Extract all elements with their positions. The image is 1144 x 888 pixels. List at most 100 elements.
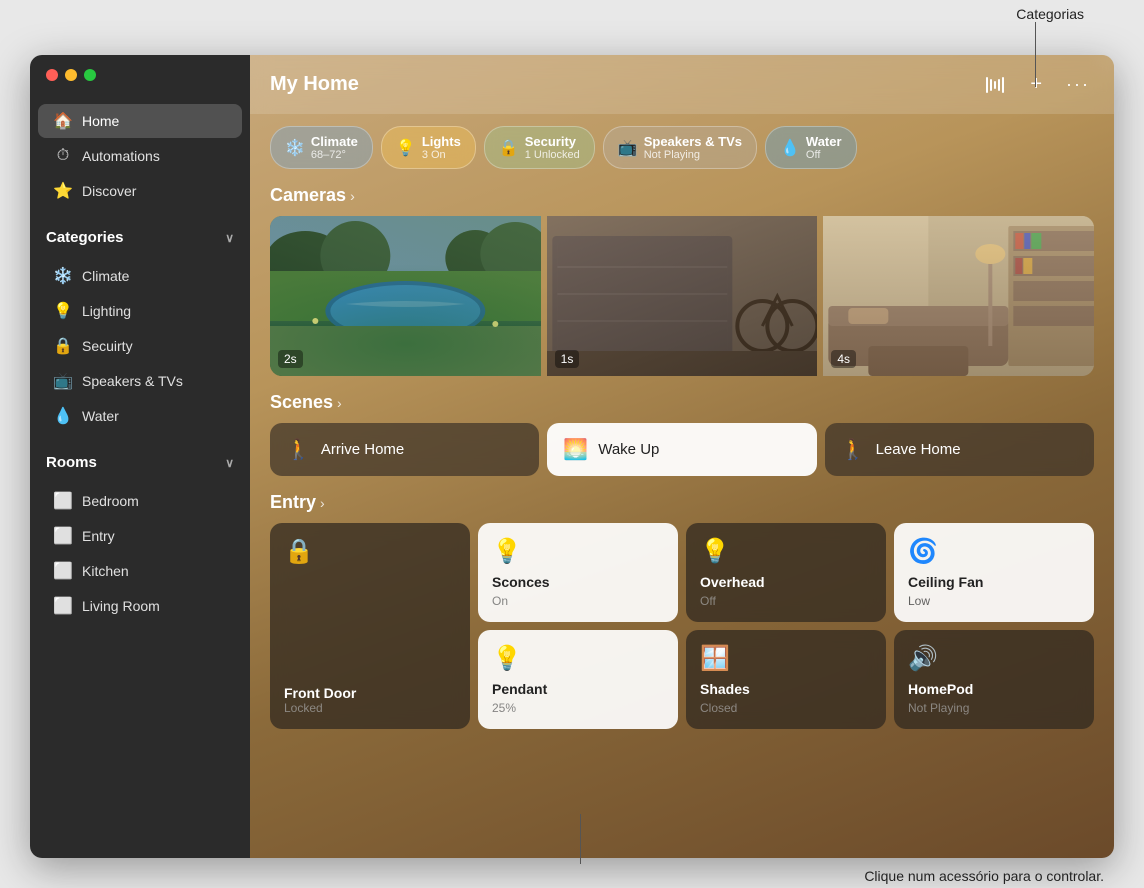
front-door-icon-wrap: 🔒 xyxy=(284,537,456,566)
scene-leave-home[interactable]: 🚶 Leave Home xyxy=(825,423,1094,476)
camera-feed-1[interactable]: 2s xyxy=(270,216,541,376)
scenes-chevron[interactable]: › xyxy=(337,395,342,411)
category-pills: ❄️ Climate 68–72° 💡 Lights 3 On 🔒 xyxy=(270,126,1094,169)
entry-title: Entry xyxy=(270,492,316,513)
entry-icon: ⬜ xyxy=(54,527,72,545)
pill-lights-text: Lights 3 On xyxy=(422,134,461,161)
entry-grid: 🔒 Front Door Locked 💡 Sconces On 💡 O xyxy=(270,523,1094,729)
entry-card-ceiling-fan[interactable]: 🌀 Ceiling Fan Low xyxy=(894,523,1094,622)
categories-list: ❄️ Climate 💡 Lighting 🔒 Secuirty 📺 Speak… xyxy=(30,250,250,442)
pill-speakers-icon: 📺 xyxy=(618,138,638,158)
entry-card-homepod[interactable]: 🔊 HomePod Not Playing xyxy=(894,630,1094,729)
pill-speakers-text: Speakers & TVs Not Playing xyxy=(644,134,742,161)
sidebar-item-climate[interactable]: ❄️ Climate xyxy=(38,259,242,293)
sidebar-item-kitchen[interactable]: ⬜ Kitchen xyxy=(38,554,242,588)
sidebar-item-water[interactable]: 💧 Water xyxy=(38,399,242,433)
pill-climate[interactable]: ❄️ Climate 68–72° xyxy=(270,126,373,169)
entry-card-front-door[interactable]: 🔒 Front Door Locked xyxy=(270,523,470,729)
pill-security-value: 1 Unlocked xyxy=(525,149,580,161)
lighting-icon: 💡 xyxy=(54,302,72,320)
cameras-grid: 2s xyxy=(270,216,1094,376)
pill-water[interactable]: 💧 Water Off xyxy=(765,126,857,169)
annotation-top-label: Categorias xyxy=(1016,6,1084,22)
close-button[interactable] xyxy=(46,69,58,81)
rooms-section-header[interactable]: Rooms ∨ xyxy=(30,442,250,475)
pill-lights-label: Lights xyxy=(422,134,461,149)
leave-home-icon: 🚶 xyxy=(841,437,866,462)
shades-label: Shades xyxy=(700,681,872,697)
annotation-line-bottom xyxy=(580,814,581,864)
scene-wake-up[interactable]: 🌅 Wake Up xyxy=(547,423,816,476)
overhead-icon: 💡 xyxy=(700,537,872,566)
pill-climate-icon: ❄️ xyxy=(285,138,305,158)
annotation-top: Categorias xyxy=(1016,6,1084,22)
categories-chevron: ∨ xyxy=(225,231,234,245)
pill-speakers[interactable]: 📺 Speakers & TVs Not Playing xyxy=(603,126,757,169)
scenes-title: Scenes xyxy=(270,392,333,413)
pill-water-value: Off xyxy=(806,149,842,161)
sidebar-nav: 🏠 Home ⏱ Automations ⭐ Discover xyxy=(30,95,250,217)
sidebar-discover-label: Discover xyxy=(82,183,136,199)
camera-2-timer: 1s xyxy=(555,350,580,368)
entry-card-overhead[interactable]: 💡 Overhead Off xyxy=(686,523,886,622)
sconces-value: On xyxy=(492,594,664,608)
ceiling-fan-label: Ceiling Fan xyxy=(908,574,1080,590)
annotation-bottom: Clique num acessório para o controlar. xyxy=(864,868,1104,884)
add-button[interactable]: + xyxy=(1026,69,1046,100)
camera-pool-overlay xyxy=(270,216,541,376)
camera-feed-2[interactable]: 1s xyxy=(547,216,818,376)
scenes-row: 🚶 Arrive Home 🌅 Wake Up 🚶 Leave Home xyxy=(270,423,1094,476)
pill-water-icon: 💧 xyxy=(780,138,800,158)
header: My Home + ··· xyxy=(250,55,1114,114)
page-title: My Home xyxy=(270,73,359,96)
camera-feed-3[interactable]: 4s xyxy=(823,216,1094,376)
sidebar-item-automations[interactable]: ⏱ Automations xyxy=(38,139,242,173)
annotation-bottom-label: Clique num acessório para o controlar. xyxy=(864,868,1104,884)
speakers-icon: 📺 xyxy=(54,372,72,390)
sidebar-item-living-room[interactable]: ⬜ Living Room xyxy=(38,589,242,623)
entry-card-shades[interactable]: 🪟 Shades Closed xyxy=(686,630,886,729)
sidebar-lighting-label: Lighting xyxy=(82,303,131,319)
water-icon: 💧 xyxy=(54,407,72,425)
sidebar-item-lighting[interactable]: 💡 Lighting xyxy=(38,294,242,328)
categories-label: Categories xyxy=(46,229,124,246)
front-door-text: Front Door Locked xyxy=(284,685,456,715)
more-button[interactable]: ··· xyxy=(1062,70,1094,99)
homepod-icon: 🔊 xyxy=(908,644,1080,673)
sidebar-item-home[interactable]: 🏠 Home xyxy=(38,104,242,138)
categories-section-header[interactable]: Categories ∨ xyxy=(30,217,250,250)
entry-card-pendant[interactable]: 💡 Pendant 25% xyxy=(478,630,678,729)
cameras-chevron[interactable]: › xyxy=(350,188,355,204)
sidebar-water-label: Water xyxy=(82,408,119,424)
minimize-button[interactable] xyxy=(65,69,77,81)
kitchen-icon: ⬜ xyxy=(54,562,72,580)
annotation-line-top xyxy=(1035,22,1036,87)
pill-climate-value: 68–72° xyxy=(311,149,358,161)
maximize-button[interactable] xyxy=(84,69,96,81)
scene-arrive-home[interactable]: 🚶 Arrive Home xyxy=(270,423,539,476)
front-door-label: Front Door xyxy=(284,685,456,701)
sidebar-item-discover[interactable]: ⭐ Discover xyxy=(38,174,242,208)
window-controls xyxy=(30,55,250,95)
rooms-list: ⬜ Bedroom ⬜ Entry ⬜ Kitchen ⬜ Living Roo… xyxy=(30,475,250,632)
pill-climate-label: Climate xyxy=(311,134,358,149)
cameras-section-header: Cameras › xyxy=(270,185,1094,206)
sidebar-living-room-label: Living Room xyxy=(82,598,160,614)
sidebar-item-bedroom[interactable]: ⬜ Bedroom xyxy=(38,484,242,518)
home-icon: 🏠 xyxy=(54,112,72,130)
scrollable-content: ❄️ Climate 68–72° 💡 Lights 3 On 🔒 xyxy=(250,114,1114,858)
sidebar-item-entry[interactable]: ⬜ Entry xyxy=(38,519,242,553)
sidebar-climate-label: Climate xyxy=(82,268,129,284)
sidebar-item-speakers[interactable]: 📺 Speakers & TVs xyxy=(38,364,242,398)
pendant-icon: 💡 xyxy=(492,644,664,673)
pill-security[interactable]: 🔒 Security 1 Unlocked xyxy=(484,126,595,169)
categories-button[interactable] xyxy=(982,73,1010,97)
sidebar-item-security[interactable]: 🔒 Secuirty xyxy=(38,329,242,363)
shades-icon: 🪟 xyxy=(700,644,872,673)
entry-card-sconces[interactable]: 💡 Sconces On xyxy=(478,523,678,622)
pill-lights[interactable]: 💡 Lights 3 On xyxy=(381,126,476,169)
pill-speakers-value: Not Playing xyxy=(644,149,742,161)
entry-chevron[interactable]: › xyxy=(320,495,325,511)
app-window: 🏠 Home ⏱ Automations ⭐ Discover Categori… xyxy=(30,55,1114,858)
camera-living-overlay xyxy=(823,216,1094,376)
